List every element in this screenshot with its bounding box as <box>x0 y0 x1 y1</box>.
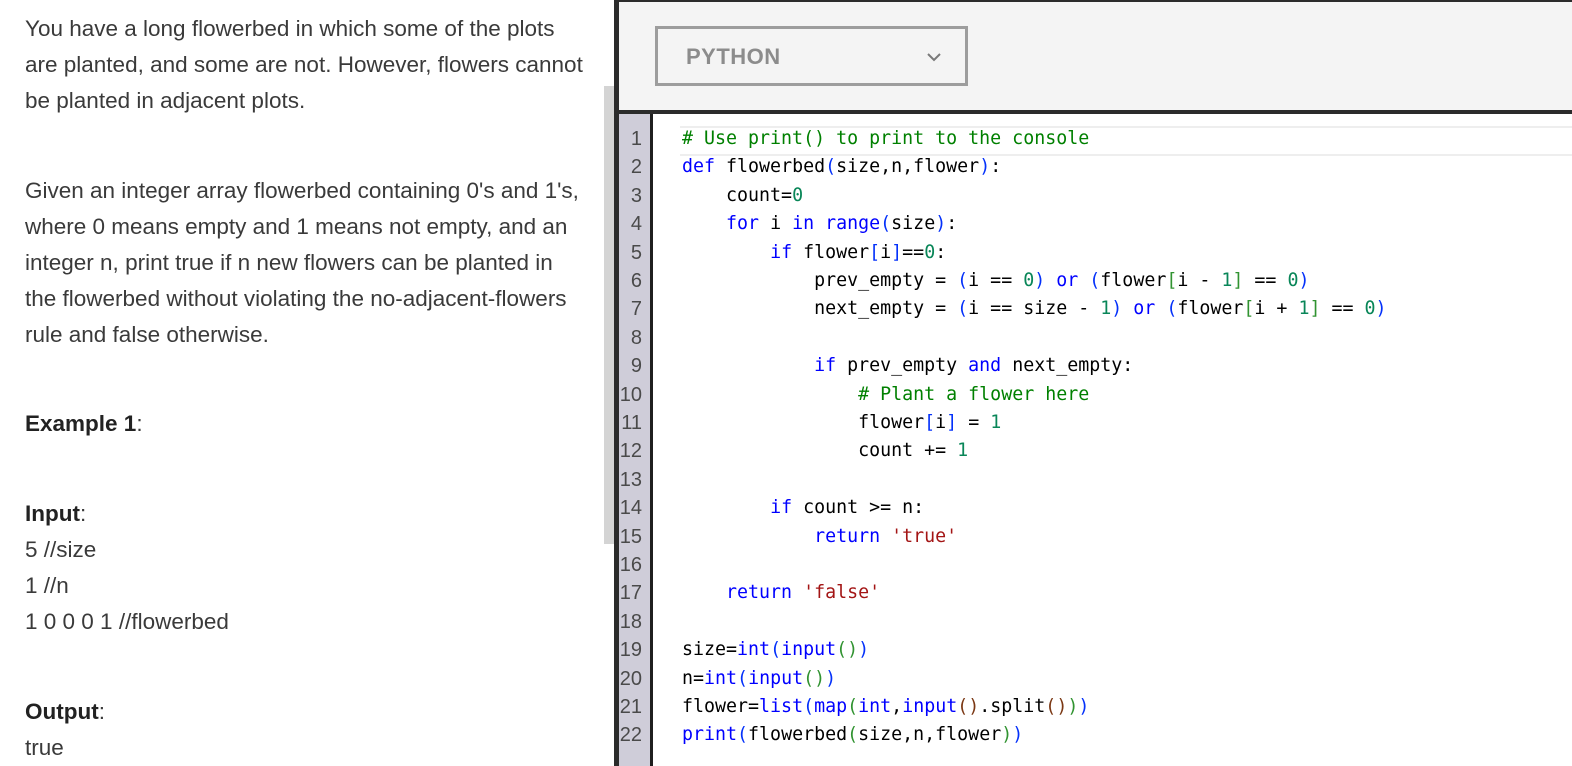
input-line-n: 1 //n <box>25 573 69 598</box>
line-number: 8 <box>630 326 642 349</box>
line-number: 19 <box>619 639 642 662</box>
line-number: 11 <box>621 412 642 434</box>
example-heading: Example 1: <box>25 406 143 442</box>
input-line-size: 5 //size <box>25 537 97 562</box>
line-number: 12 <box>619 440 642 463</box>
line-number: 3 <box>630 184 642 207</box>
input-colon: : <box>79 501 87 526</box>
code-line: return 'true' <box>814 525 958 547</box>
line-number: 7 <box>630 298 642 321</box>
line-number: 4 <box>630 213 642 236</box>
code-line: flower=list(map(int,input().split())) <box>682 696 1090 717</box>
language-select-value: PYTHON <box>686 44 781 69</box>
line-number: 20 <box>619 667 642 690</box>
problem-paragraph-2: Given an integer array flowerbed contain… <box>25 178 579 347</box>
language-select[interactable]: PYTHON <box>655 26 968 86</box>
code-line: prev_empty = (i == 0) or (flower[i - 1] … <box>682 270 1310 291</box>
line-number: 14 <box>619 497 642 520</box>
code-line: # Plant a flower here <box>858 383 1090 405</box>
line-number: 16 <box>619 554 642 576</box>
problem-paragraph-1: You have a long flowerbed in which some … <box>25 16 583 113</box>
code-line: count=0 <box>682 184 804 206</box>
example-colon: : <box>136 411 143 436</box>
code-line: # Use print() to print to the console <box>682 128 1090 149</box>
line-number: 17 <box>619 582 642 605</box>
code-line: size=int(input()) <box>682 639 870 661</box>
input-label: Input <box>25 501 80 526</box>
line-number: 6 <box>630 270 642 292</box>
problem-panel: You have a long flowerbed in which some … <box>0 0 604 766</box>
line-number: 22 <box>619 724 642 747</box>
line-number: 5 <box>630 241 642 264</box>
code-editor[interactable]: # Use print() to print to the console def… <box>653 114 1572 766</box>
chevron-down-icon <box>927 53 941 62</box>
line-number: 2 <box>630 156 642 179</box>
code-line: return 'false' <box>726 582 881 604</box>
line-number: 18 <box>619 610 642 633</box>
problem-scrollbar[interactable] <box>604 86 614 544</box>
line-number-gutter: 1 2 3 4 5 6 7 8 9 10 11 12 13 14 15 16 17 18 19 20 21 22 <box>619 114 653 766</box>
code-line: flower[i] = 1 <box>682 412 1002 433</box>
line-number: 15 <box>619 525 642 548</box>
line-number: 1 <box>630 128 642 150</box>
output-label: Output <box>25 699 99 724</box>
code-line: def flowerbed(size,n,flower): <box>682 156 1002 178</box>
code-line: if prev_empty and next_empty: <box>814 355 1134 377</box>
input-line-flowerbed: 1 0 0 0 1 //flowerbed <box>25 609 229 634</box>
code-line: for i in range(size): <box>726 213 958 235</box>
code-line: print(flowerbed(size,n,flower)) <box>682 724 1024 746</box>
code-line: next_empty = (i == size - 1) or (flower[… <box>682 298 1387 320</box>
output-value: true <box>25 735 64 760</box>
example-label: Example 1 <box>25 411 137 436</box>
code-line: if count >= n: <box>770 497 925 519</box>
code-line: n=int(input()) <box>682 667 837 689</box>
code-line: if flower[i]==0: <box>770 241 947 263</box>
output-colon: : <box>98 699 105 724</box>
line-number: 21 <box>619 696 642 718</box>
output-heading: Output: <box>25 694 105 730</box>
line-number: 13 <box>619 468 642 491</box>
line-number: 10 <box>619 383 642 406</box>
line-number: 9 <box>630 355 642 378</box>
input-heading: Input: <box>25 496 86 532</box>
code-line: count += 1 <box>682 440 969 462</box>
